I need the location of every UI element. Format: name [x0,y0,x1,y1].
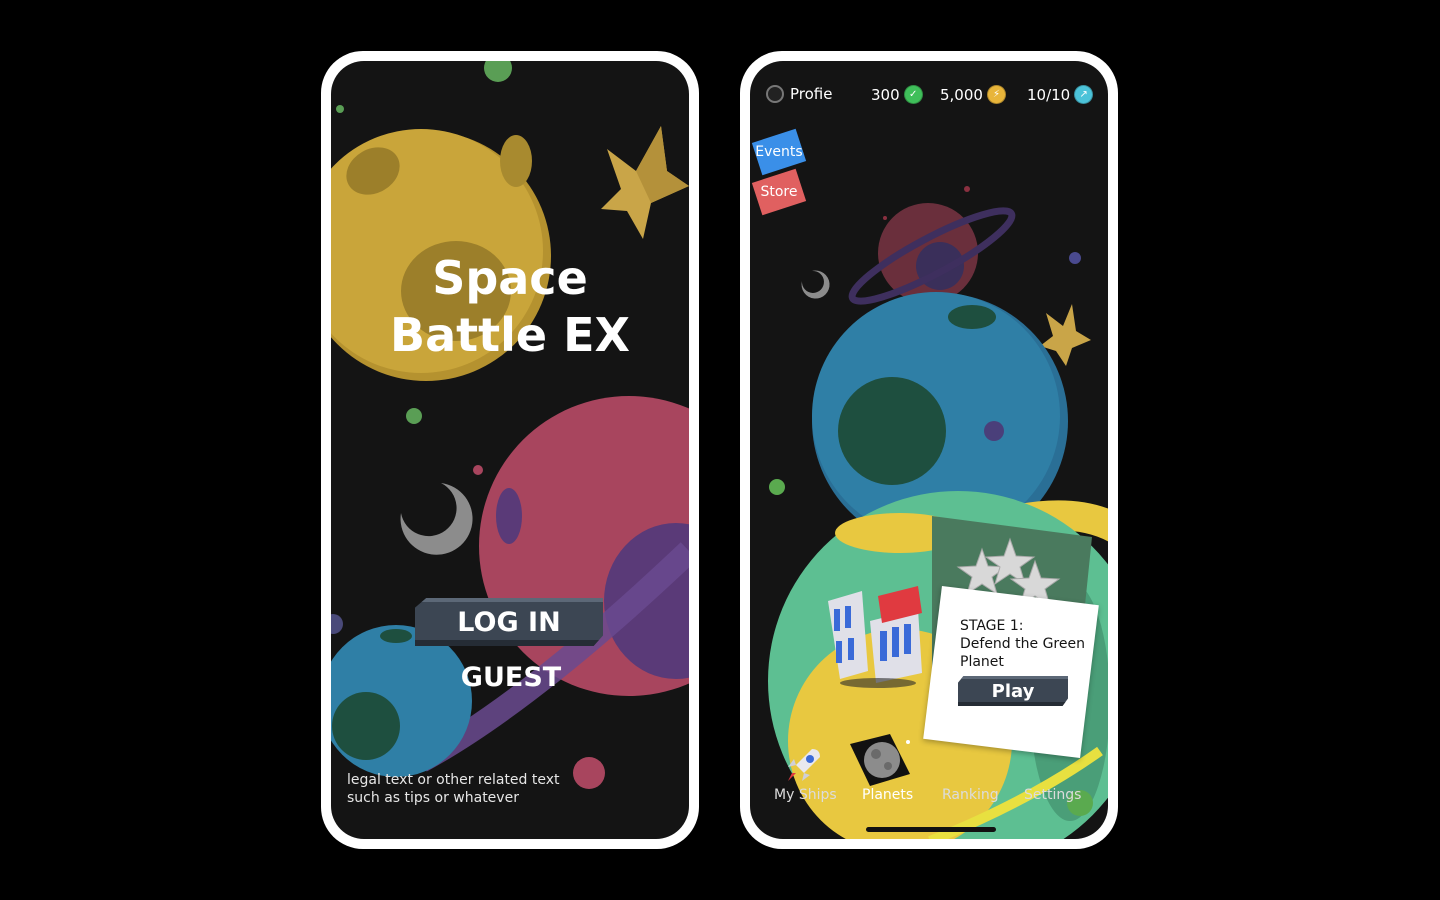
stage-title-line2: Defend the Green [960,636,1085,652]
profile-label: Profie [790,85,833,103]
profile-button[interactable]: Profie [766,85,832,103]
green-gem-icon: ✓ [903,85,923,104]
legal-text-line1: legal text or other related text [347,772,560,788]
gem-count: 300 [871,85,900,104]
home-screen: Profie 300 ✓ 5,000 ⚡ 10/10 ↗ Events Stor… [750,61,1108,839]
stage-card [923,585,1099,759]
play-button[interactable]: Play [958,676,1068,706]
rocket-icon [788,749,820,781]
stage-title-line1: STAGE 1: [960,618,1024,634]
login-button[interactable]: LOG IN [415,598,603,646]
energy-counter: 10/10 ↗ [1027,85,1094,104]
planet-icon [850,734,910,786]
avatar [766,85,784,103]
events-label: Events [755,144,803,160]
gold-coin-icon: ⚡ [986,85,1006,104]
game-title-line1: Space [432,251,588,305]
stage-title: STAGE 1: Defend the Green Planet [960,617,1100,671]
nav-planets[interactable]: Planets [862,787,913,803]
guest-button[interactable]: GUEST [421,662,601,693]
store-tab[interactable]: Store [751,168,807,216]
space-background-art [331,61,689,789]
nav-ranking[interactable]: Ranking [942,787,999,803]
legal-text-line2: such as tips or whatever [347,790,519,806]
home-indicator [866,827,996,832]
events-tab[interactable]: Events [751,128,807,176]
nav-settings[interactable]: Settings [1024,787,1081,803]
stage-title-line3: Planet [960,654,1004,670]
gold-count: 5,000 [940,85,983,104]
gem-counter: 300 ✓ [871,85,923,104]
nav-my-ships[interactable]: My Ships [774,787,837,803]
home-phone-frame: Profie 300 ✓ 5,000 ⚡ 10/10 ↗ Events Stor… [740,51,1118,849]
login-phone-frame: Space Battle EX LOG IN GUEST legal text … [321,51,699,849]
energy-count: 10/10 [1027,85,1071,104]
gold-counter: 5,000 ⚡ [940,85,1006,104]
login-screen: Space Battle EX LOG IN GUEST legal text … [331,61,689,839]
energy-icon: ↗ [1074,85,1094,104]
top-status-bar: Profie 300 ✓ 5,000 ⚡ 10/10 ↗ [750,85,1108,107]
store-label: Store [760,184,798,200]
legal-text: legal text or other related text such as… [347,771,577,807]
game-title-line2: Battle EX [390,308,630,362]
